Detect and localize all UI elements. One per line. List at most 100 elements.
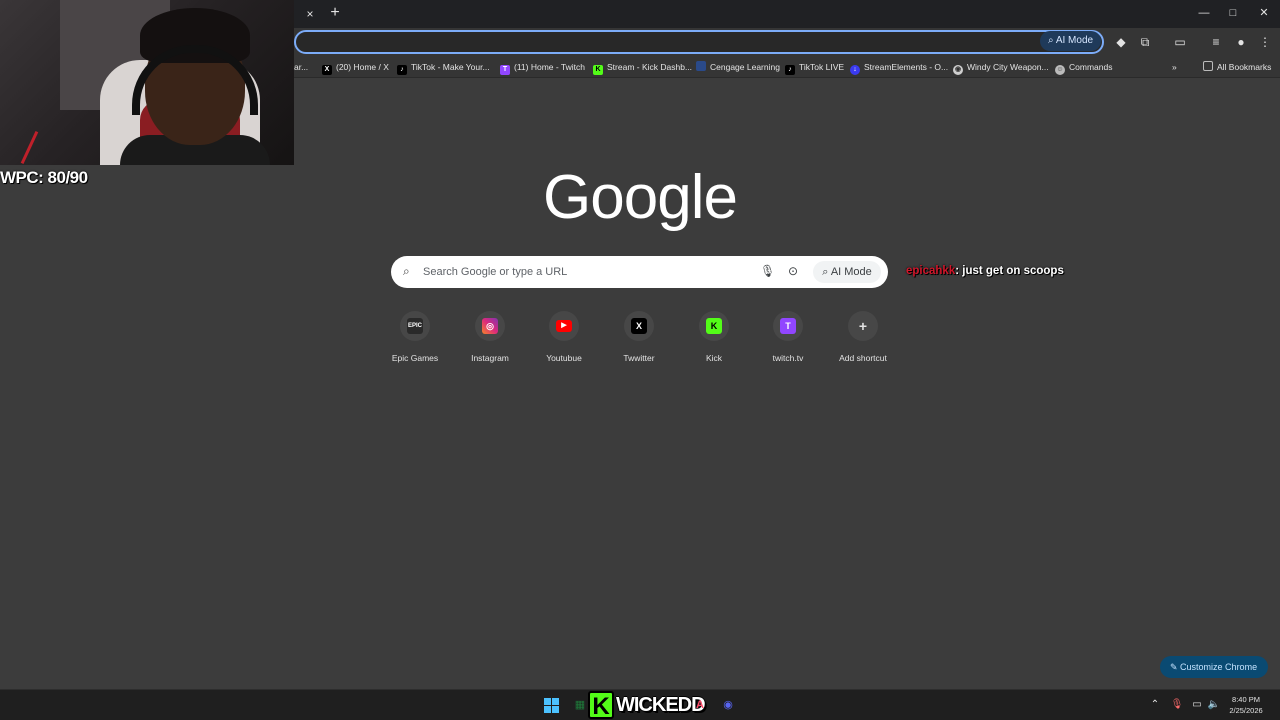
bookmark-label: Stream - Kick Dashb... (607, 62, 693, 72)
search-input[interactable] (423, 262, 743, 282)
bookmarks-overflow-button[interactable]: » (1172, 60, 1177, 74)
clock-time: 8:40 PM (1232, 695, 1260, 704)
google-lens-icon[interactable]: ⊙ (786, 264, 800, 280)
bookmark-label: StreamElements - O... (864, 62, 949, 72)
bookmark-item[interactable]: ♪ TikTok LIVE (785, 60, 845, 75)
shortcut-label: Epic Games (391, 353, 439, 363)
close-window-button[interactable]: ✕ (1254, 4, 1274, 22)
shortcut-tile: T (773, 311, 803, 341)
shortcut-label: Instagram (471, 353, 509, 363)
ai-mode-label: AI Mode (830, 266, 872, 278)
bookmark-item[interactable]: Cengage Learning (696, 60, 780, 74)
windows-start-icon[interactable] (544, 698, 559, 713)
minimize-button[interactable]: — (1194, 4, 1214, 22)
address-bar[interactable] (294, 30, 1104, 54)
shortcut-tile: ◎ (475, 311, 505, 341)
microphone-icon[interactable]: 🎙 (760, 264, 775, 280)
volume-icon[interactable]: 🔈 (1207, 698, 1221, 712)
bookmark-item[interactable]: ar... (294, 60, 308, 74)
bookmark-item[interactable]: ♪ TikTok - Make Your... (397, 60, 490, 75)
new-tab-button[interactable]: + (326, 4, 344, 22)
chevron-up-icon[interactable]: ⌃ (1148, 698, 1162, 712)
menu-kebab-icon[interactable]: ⋮ (1257, 34, 1273, 50)
maximize-button[interactable]: □ (1223, 4, 1243, 22)
clock-date: 2/25/2026 (1229, 706, 1263, 715)
plus-icon: + (858, 318, 868, 334)
bookmark-item[interactable]: ☺ Commands (1055, 60, 1113, 75)
customize-chrome-button[interactable]: ✎ Customize Chrome (1160, 656, 1268, 678)
bookmark-item[interactable]: ↓ StreamElements - O... (850, 60, 949, 75)
bookmark-label: Windy City Weapon... (967, 62, 1049, 72)
excel-icon[interactable]: ▦ (572, 697, 588, 713)
kick-logo-icon: K (588, 691, 614, 720)
chat-username: epicahkk (906, 265, 956, 277)
bookmark-label: Commands (1069, 62, 1113, 72)
epic-games-icon: EPIC (407, 318, 423, 334)
bookmark-item[interactable]: X (20) Home / X (322, 60, 389, 75)
customize-chrome-label: Customize Chrome (1180, 662, 1258, 672)
shortcut-tile: X (624, 311, 654, 341)
globe-icon: ◉ (953, 65, 963, 75)
shortcut-label: Kick (705, 353, 723, 363)
taskbar: ▦ K WICKEDD A ◉ ⌃ 🎙 ▭ 🔈 8:40 PM 2/25/202… (0, 689, 1280, 720)
omnibox-ai-mode-button[interactable]: ⌕ AI Mode (1040, 31, 1102, 51)
system-clock[interactable]: 8:40 PM 2/25/2026 (1226, 694, 1266, 716)
x-icon: X (631, 318, 647, 334)
microphone-icon[interactable]: 🎙 (1170, 698, 1184, 712)
commands-icon: ☺ (1055, 65, 1065, 75)
network-icon[interactable]: ▭ (1190, 698, 1204, 712)
bookmark-label: Cengage Learning (710, 62, 780, 72)
shortcut-twitter[interactable]: X Twwitter (604, 311, 674, 363)
tab-close-button[interactable]: × (302, 6, 318, 22)
cengage-icon (696, 61, 706, 71)
shortcut-label: twitch.tv (772, 353, 804, 363)
search-sparkle-icon: ⌕ (822, 266, 831, 278)
shortcut-label: Add shortcut (839, 353, 887, 363)
reading-list-icon[interactable]: ≡ (1208, 34, 1224, 50)
bookmark-item[interactable]: T (11) Home - Twitch (500, 60, 585, 75)
all-bookmarks-label: All Bookmarks (1217, 62, 1272, 72)
bookmark-label: TikTok - Make Your... (411, 62, 490, 72)
search-icon: ⌕ (403, 264, 410, 278)
search-box[interactable]: ⌕ 🎙 ⊙ ⌕ AI Mode (391, 256, 888, 288)
kick-icon: K (706, 318, 722, 334)
shortcut-label: Youtubue (546, 353, 582, 363)
shortcut-add[interactable]: + Add shortcut (828, 311, 898, 363)
shortcut-tile: ▶ (549, 311, 579, 341)
omnibox-ai-mode-label: AI Mode (1055, 35, 1094, 46)
shortcut-youtube[interactable]: ▶ Youtubue (529, 311, 599, 363)
screen: × + — □ ✕ ⌕ AI Mode ◆ ⧉ ▭ ≡ ● ⋮ ar... X (… (0, 0, 1280, 720)
bookmark-item[interactable]: ◉ Windy City Weapon... (953, 60, 1049, 75)
folder-icon (1203, 61, 1213, 71)
tiktok-icon: ♪ (785, 65, 795, 75)
webcam-overlay (0, 0, 294, 165)
twitch-icon: T (780, 318, 796, 334)
pencil-icon: ✎ (1170, 662, 1181, 672)
shortcuts-grid: EPIC Epic Games ◎ Instagram ▶ Youtubue X… (0, 311, 1280, 371)
google-logo: Google (543, 163, 738, 232)
tiktok-icon: ♪ (397, 65, 407, 75)
shortcut-tile: K (699, 311, 729, 341)
shortcut-tile: EPIC (400, 311, 430, 341)
gemini-icon[interactable]: ◆ (1113, 34, 1129, 50)
bookmark-label: TikTok LIVE (799, 62, 845, 72)
x-icon: X (322, 65, 332, 75)
shortcut-label: Twwitter (623, 353, 655, 363)
all-bookmarks-button[interactable]: All Bookmarks (1203, 60, 1271, 74)
bookmark-label: ar... (294, 62, 309, 72)
discord-icon[interactable]: ◉ (720, 697, 736, 713)
extensions-icon[interactable]: ⧉ (1137, 34, 1153, 50)
streamelements-icon: ↓ (850, 65, 860, 75)
bookmark-label: (20) Home / X (336, 62, 389, 72)
app-icon[interactable]: A (692, 697, 708, 713)
wickedd-branding: K WICKEDD (588, 690, 706, 720)
bookmark-item[interactable]: K Stream - Kick Dashb... (593, 60, 693, 75)
tab-search-icon[interactable]: ▭ (1172, 34, 1188, 50)
shortcut-instagram[interactable]: ◎ Instagram (455, 311, 525, 363)
twitch-icon: T (500, 65, 510, 75)
ai-mode-button[interactable]: ⌕ AI Mode (813, 261, 881, 283)
shortcut-kick[interactable]: K Kick (679, 311, 749, 363)
shortcut-twitch[interactable]: T twitch.tv (753, 311, 823, 363)
shortcut-epic-games[interactable]: EPIC Epic Games (380, 311, 450, 363)
profile-avatar[interactable]: ● (1233, 34, 1249, 50)
